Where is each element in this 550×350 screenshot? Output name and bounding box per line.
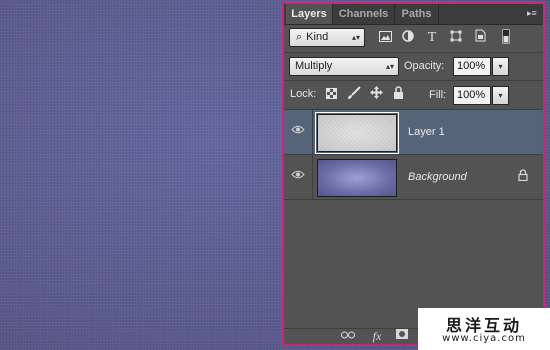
- panel-tab-bar: Layers Channels Paths ▸≡: [284, 4, 543, 25]
- layer-row-layer-1[interactable]: Layer 1: [284, 110, 543, 155]
- visibility-eye-icon[interactable]: [290, 167, 306, 183]
- lock-label: Lock:: [290, 88, 317, 100]
- watermark-url: www.ciya.com: [442, 333, 526, 344]
- fill-field[interactable]: 100%: [453, 86, 491, 105]
- lock-position-icon[interactable]: [369, 86, 384, 103]
- tab-paths[interactable]: Paths: [395, 4, 439, 24]
- opacity-dropdown-button[interactable]: ▾: [492, 57, 509, 76]
- layer-row-background[interactable]: Background: [284, 155, 543, 200]
- layers-list: Layer 1 Background: [284, 110, 543, 328]
- fill-label: Fill:: [429, 89, 447, 101]
- site-watermark: 思洋互动 www.ciya.com: [418, 308, 550, 350]
- adjustment-filter-icon[interactable]: [400, 29, 416, 46]
- layer-lock-icon: [517, 169, 529, 183]
- filter-toggle-icon[interactable]: [498, 29, 514, 46]
- lock-pixels-icon[interactable]: [346, 86, 361, 103]
- shape-filter-icon[interactable]: [448, 29, 464, 46]
- blend-row: Multiply ▴▾ Opacity: 100% ▾: [284, 53, 543, 81]
- tab-layers[interactable]: Layers: [286, 4, 333, 24]
- lock-row: Lock: Fill: 100% ▾: [284, 81, 543, 110]
- opacity-label: Opacity:: [404, 60, 445, 72]
- updown-arrow-icon: ▴▾: [385, 62, 394, 71]
- blend-mode-select[interactable]: Multiply ▴▾: [289, 57, 399, 76]
- layer-thumbnail[interactable]: [317, 159, 397, 197]
- link-icon[interactable]: [340, 329, 356, 344]
- panel-menu-icon[interactable]: ▸≡: [527, 8, 539, 18]
- layer-thumbnail[interactable]: [315, 112, 399, 154]
- lock-transparent-icon[interactable]: [324, 86, 339, 103]
- opacity-field[interactable]: 100%: [453, 57, 491, 76]
- image-filter-icon[interactable]: [377, 29, 393, 46]
- layer-name[interactable]: Layer 1: [408, 124, 445, 140]
- layers-panel: Layers Channels Paths ▸≡ ⌕ Kind ▴▾ T Mult…: [282, 2, 545, 345]
- tab-channels[interactable]: Channels: [333, 4, 395, 24]
- smart-object-filter-icon[interactable]: [472, 29, 488, 46]
- mask-icon[interactable]: [394, 329, 410, 344]
- fill-dropdown-button[interactable]: ▾: [492, 86, 509, 105]
- blend-mode-value: Multiply: [295, 60, 333, 72]
- row-divider: [312, 155, 313, 199]
- visibility-eye-icon[interactable]: [290, 122, 306, 138]
- filter-row: ⌕ Kind ▴▾ T: [284, 25, 543, 53]
- filter-kind-label: Kind: [306, 31, 329, 43]
- fx-icon[interactable]: fx: [368, 329, 386, 344]
- layer-name[interactable]: Background: [408, 169, 467, 185]
- updown-arrow-icon: ▴▾: [351, 33, 360, 42]
- search-icon: ⌕: [296, 31, 303, 43]
- lock-all-icon[interactable]: [391, 86, 406, 103]
- row-divider: [312, 110, 313, 154]
- type-filter-icon[interactable]: T: [424, 29, 440, 46]
- filter-kind-select[interactable]: ⌕ Kind ▴▾: [289, 28, 365, 47]
